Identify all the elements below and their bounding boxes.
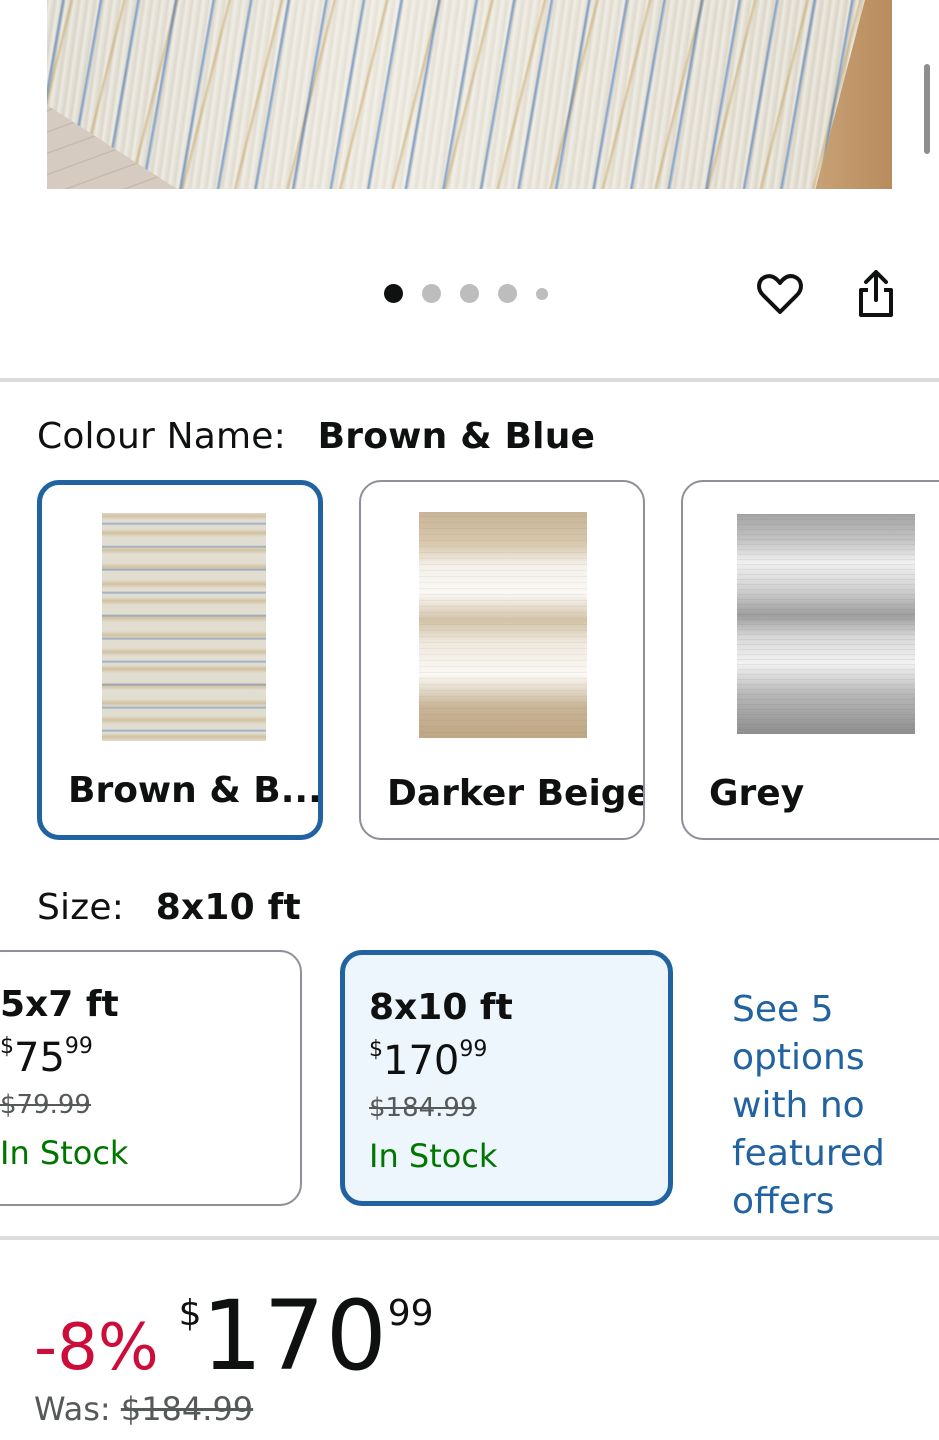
section-divider bbox=[0, 1236, 939, 1240]
heart-icon bbox=[757, 274, 803, 314]
image-carousel-dots bbox=[384, 284, 548, 303]
size-option-8x10[interactable]: 8x10 ft $17099 $184.99 In Stock bbox=[340, 950, 673, 1206]
size-label: Size: bbox=[37, 887, 125, 928]
floor-left bbox=[47, 105, 177, 189]
discount-percent: -8% bbox=[34, 1311, 159, 1385]
size-option-was-price: $79.99 bbox=[0, 1090, 91, 1120]
colour-option-label: Grey bbox=[709, 773, 805, 814]
swatch-texture bbox=[419, 512, 587, 738]
carousel-dot[interactable] bbox=[422, 284, 441, 303]
scrollbar[interactable] bbox=[924, 64, 930, 154]
colour-option-label: Darker Beige bbox=[387, 773, 645, 814]
size-option-price: $7599 bbox=[0, 1034, 93, 1081]
was-price-row: Was: $184.99 bbox=[34, 1390, 253, 1428]
see-more-options-link[interactable]: See 5 options with no featured offers bbox=[732, 986, 939, 1226]
size-option-size: 5x7 ft bbox=[0, 984, 119, 1025]
carousel-dot[interactable] bbox=[460, 284, 479, 303]
was-price: $184.99 bbox=[120, 1390, 254, 1428]
wishlist-button[interactable] bbox=[754, 268, 806, 320]
size-row: Size: 8x10 ft bbox=[37, 887, 301, 928]
colour-name-row: Colour Name: Brown & Blue bbox=[37, 416, 595, 457]
product-image[interactable] bbox=[47, 0, 892, 189]
floor-right bbox=[815, 0, 892, 189]
price-currency: $ bbox=[0, 1034, 14, 1059]
was-label: Was: bbox=[34, 1390, 111, 1428]
swatch-image bbox=[737, 514, 915, 734]
colour-option-darker-beige[interactable]: Darker Beige bbox=[359, 480, 645, 840]
price-whole: 170 bbox=[383, 1038, 460, 1084]
carousel-dot[interactable] bbox=[498, 284, 517, 303]
size-option-stock: In Stock bbox=[0, 1134, 129, 1172]
price-currency: $ bbox=[369, 1037, 383, 1062]
price-fraction: 99 bbox=[387, 1293, 434, 1334]
carousel-dot[interactable] bbox=[384, 284, 403, 303]
swatch-image bbox=[102, 513, 266, 741]
price-whole: 75 bbox=[14, 1035, 65, 1081]
price-currency: $ bbox=[178, 1293, 202, 1334]
swatch-image bbox=[419, 512, 587, 738]
share-icon bbox=[859, 270, 893, 317]
colour-option-label: Brown & B... bbox=[68, 770, 322, 811]
share-button[interactable] bbox=[850, 268, 902, 320]
price-fraction: 99 bbox=[459, 1037, 488, 1062]
colour-selected-value: Brown & Blue bbox=[317, 416, 596, 457]
colour-option-brown-blue[interactable]: Brown & B... bbox=[37, 480, 323, 840]
size-option-size: 8x10 ft bbox=[369, 987, 513, 1028]
size-option-was-price: $184.99 bbox=[369, 1093, 477, 1123]
size-selected-value: 8x10 ft bbox=[155, 887, 301, 928]
price-whole: 170 bbox=[201, 1280, 388, 1392]
size-option-stock: In Stock bbox=[369, 1137, 498, 1175]
colour-option-grey[interactable]: Grey bbox=[681, 480, 939, 840]
price-fraction: 99 bbox=[64, 1034, 93, 1059]
size-option-price: $17099 bbox=[369, 1037, 487, 1084]
price-block: -8% $17099 bbox=[34, 1280, 434, 1392]
colour-label: Colour Name: bbox=[37, 416, 286, 457]
size-option-5x7[interactable]: 5x7 ft $7599 $79.99 In Stock bbox=[0, 950, 302, 1206]
section-divider bbox=[0, 378, 939, 382]
swatch-texture bbox=[737, 514, 915, 734]
carousel-dot[interactable] bbox=[536, 287, 548, 300]
